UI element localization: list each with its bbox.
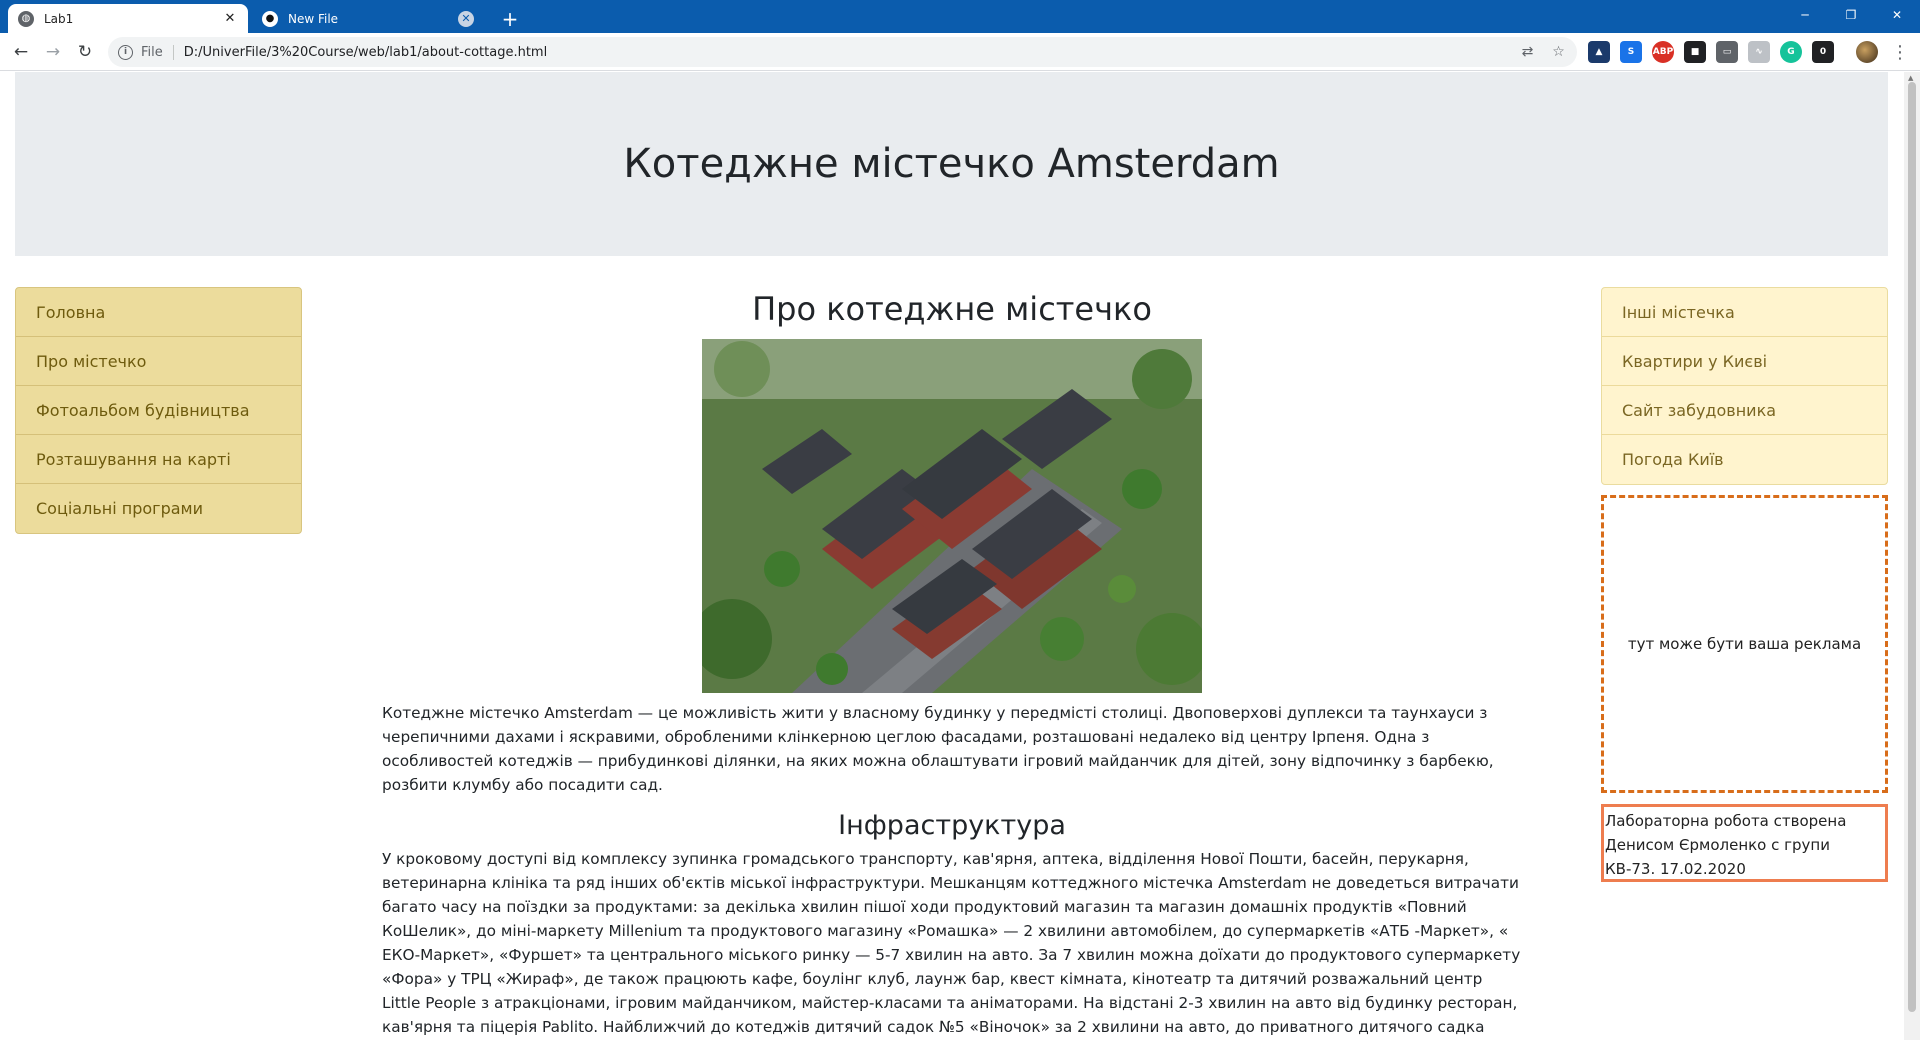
url-scheme: File xyxy=(141,44,174,60)
left-nav-menu: Головна Про містечко Фотоальбом будівниц… xyxy=(15,287,302,534)
globe-icon: ◍ xyxy=(18,10,34,27)
extension-game-icon[interactable]: ■ xyxy=(1684,41,1706,63)
infrastructure-paragraph: У кроковому доступі від комплексу зупинк… xyxy=(382,850,1521,1036)
vertical-scrollbar[interactable]: ▲ xyxy=(1904,72,1920,1040)
tab-strip: ◍ Lab1 ✕ ● New File ✕ + ─ ❐ ✕ xyxy=(0,0,1920,33)
main-content: Про котеджне містечко Котеджне містечко … xyxy=(382,287,1522,1040)
link-other-towns[interactable]: Інші містечка xyxy=(1602,288,1887,337)
minimize-icon[interactable]: ─ xyxy=(1782,0,1828,30)
nav-item-map[interactable]: Розташування на карті xyxy=(16,435,301,484)
browser-toolbar: ← → ↻ i File D:/UniverFile/3%20Course/we… xyxy=(0,33,1920,71)
adblock-icon[interactable]: ABP xyxy=(1652,41,1674,63)
forward-icon[interactable]: → xyxy=(40,39,66,65)
new-tab-button[interactable]: + xyxy=(497,6,523,32)
page-viewport: Котеджне містечко Amsterdam Головна Про … xyxy=(0,72,1904,1040)
ad-text: тут може бути ваша реклама xyxy=(1627,635,1862,653)
cottage-aerial-illustration xyxy=(702,339,1202,693)
bookmark-star-icon[interactable]: ☆ xyxy=(1550,43,1567,60)
cottage-aerial-image xyxy=(702,339,1202,693)
link-kyiv-apartments[interactable]: Квартири у Києві xyxy=(1602,337,1887,386)
link-developer-site[interactable]: Сайт забудовника xyxy=(1602,386,1887,435)
address-bar[interactable]: i File D:/UniverFile/3%20Course/web/lab1… xyxy=(108,37,1577,67)
reload-icon[interactable]: ↻ xyxy=(72,39,98,65)
jumbotron-header: Котеджне містечко Amsterdam xyxy=(15,72,1888,256)
nav-item-about[interactable]: Про містечко xyxy=(16,337,301,386)
info-icon[interactable]: i xyxy=(118,44,133,60)
scroll-up-icon[interactable]: ▲ xyxy=(1908,74,1913,82)
nav-item-photo-album[interactable]: Фотоальбом будівництва xyxy=(16,386,301,435)
back-icon[interactable]: ← xyxy=(8,39,34,65)
nav-item-social[interactable]: Соціальні програми xyxy=(16,484,301,533)
tab-title: Lab1 xyxy=(44,11,74,26)
tab-title: New File xyxy=(288,11,339,26)
translate-icon[interactable]: ⇄ xyxy=(1519,43,1536,60)
omnibox-actions: ⇄ ☆ xyxy=(1519,43,1567,60)
extension-skype-icon[interactable]: S xyxy=(1620,41,1642,63)
author-credit: Лабораторна робота створена Денисом Єрмо… xyxy=(1601,804,1888,882)
url-text[interactable]: D:/UniverFile/3%20Course/web/lab1/about-… xyxy=(184,45,547,60)
extension-signal-icon[interactable]: ∿ xyxy=(1748,41,1770,63)
menu-kebab-icon[interactable]: ⋮ xyxy=(1890,41,1910,63)
extension-counter-icon[interactable]: 0 xyxy=(1812,41,1834,63)
extension-triangle-icon[interactable]: ▲ xyxy=(1588,41,1610,63)
nav-item-home[interactable]: Головна xyxy=(16,288,301,337)
tab-lab1[interactable]: ◍ Lab1 ✕ xyxy=(8,4,248,33)
close-icon[interactable]: ✕ xyxy=(222,11,238,27)
close-window-icon[interactable]: ✕ xyxy=(1874,0,1920,30)
grammarly-icon[interactable]: G xyxy=(1780,41,1802,63)
infrastructure-heading: Інфраструктура xyxy=(838,810,1066,841)
restore-icon[interactable]: ❐ xyxy=(1828,0,1874,30)
page-title: Котеджне містечко Amsterdam xyxy=(623,141,1280,187)
ad-placeholder: тут може бути ваша реклама xyxy=(1601,495,1888,793)
right-links-menu: Інші містечка Квартири у Києві Сайт забу… xyxy=(1601,287,1888,485)
extensions-bar: ▲ S ABP ■ ▭ ∿ G 0 xyxy=(1588,41,1834,63)
window-controls: ─ ❐ ✕ xyxy=(1782,0,1920,30)
tab-new-file[interactable]: ● New File ✕ xyxy=(252,4,484,33)
extension-window-icon[interactable]: ▭ xyxy=(1716,41,1738,63)
github-icon: ● xyxy=(262,10,278,27)
profile-avatar[interactable] xyxy=(1856,41,1878,63)
intro-paragraph: Котеджне містечко Amsterdam — це можливі… xyxy=(382,704,1494,794)
link-kyiv-weather[interactable]: Погода Київ xyxy=(1602,435,1887,484)
section-heading: Про котеджне містечко xyxy=(752,290,1152,328)
close-icon[interactable]: ✕ xyxy=(458,10,474,27)
scrollbar-thumb[interactable] xyxy=(1908,82,1916,1012)
